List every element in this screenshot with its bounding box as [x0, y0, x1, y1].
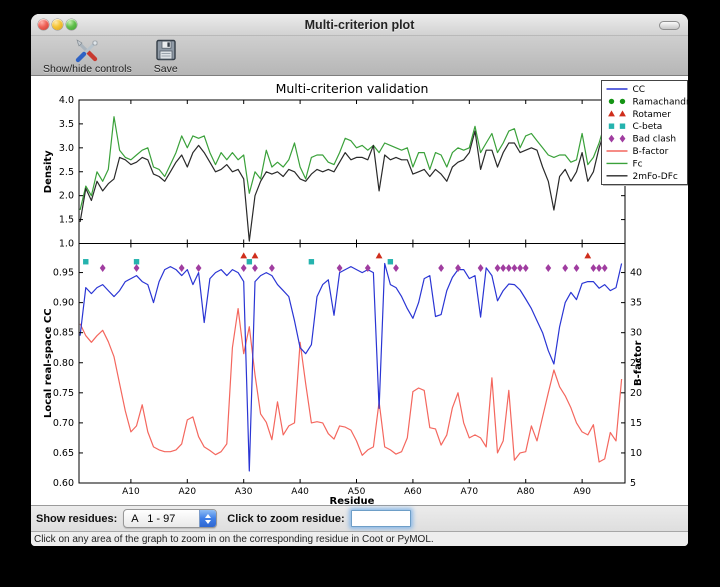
- svg-text:Fc: Fc: [633, 159, 643, 169]
- status-bar: Click on any area of the graph to zoom i…: [31, 531, 688, 546]
- svg-text:A10: A10: [122, 487, 140, 497]
- svg-text:Density: Density: [43, 150, 54, 193]
- tools-icon: [74, 38, 100, 63]
- svg-text:20: 20: [630, 388, 642, 399]
- svg-text:A70: A70: [461, 487, 479, 497]
- svg-text:A20: A20: [178, 487, 196, 497]
- window-title: Multi-criterion plot: [31, 18, 688, 32]
- svg-text:A60: A60: [404, 487, 422, 497]
- svg-text:A40: A40: [291, 487, 309, 497]
- svg-text:A90: A90: [573, 487, 591, 497]
- svg-text:2mFo-DFc: 2mFo-DFc: [633, 172, 678, 182]
- svg-text:2.5: 2.5: [59, 167, 74, 178]
- residue-range-select[interactable]: A 1 - 97: [123, 509, 217, 528]
- svg-text:Rotamer: Rotamer: [633, 110, 672, 120]
- svg-text:0.90: 0.90: [53, 298, 74, 309]
- svg-text:0.60: 0.60: [53, 478, 74, 489]
- svg-text:5: 5: [630, 478, 636, 489]
- svg-text:B-factor: B-factor: [633, 340, 644, 385]
- svg-text:0.70: 0.70: [53, 418, 74, 429]
- svg-text:15: 15: [630, 418, 642, 429]
- toolbar: Show/hide controls Save: [31, 36, 688, 76]
- svg-text:40: 40: [630, 268, 642, 279]
- show-hide-controls-label: Show/hide controls: [43, 63, 132, 75]
- svg-text:1.5: 1.5: [59, 215, 74, 226]
- svg-text:0.80: 0.80: [53, 358, 74, 369]
- svg-text:0.75: 0.75: [53, 388, 74, 399]
- multi-criterion-chart[interactable]: A10A20A30A40A50A60A70A80A901.01.52.02.53…: [31, 76, 688, 505]
- svg-text:0.65: 0.65: [53, 448, 74, 459]
- status-message: Click on any area of the graph to zoom i…: [34, 534, 434, 545]
- svg-text:0.95: 0.95: [53, 268, 74, 279]
- svg-text:Bad clash: Bad clash: [633, 135, 677, 145]
- svg-text:3.5: 3.5: [59, 119, 74, 130]
- zoom-residue-label: Click to zoom residue:: [227, 513, 344, 525]
- svg-text:30: 30: [630, 328, 642, 339]
- residue-range-value: A 1 - 97: [124, 513, 199, 525]
- show-hide-controls-button[interactable]: Show/hide controls: [39, 37, 136, 76]
- svg-text:B-factor: B-factor: [633, 147, 669, 157]
- svg-text:10: 10: [630, 448, 642, 459]
- svg-text:Local real-space CC: Local real-space CC: [43, 308, 54, 418]
- svg-text:CC: CC: [633, 85, 646, 95]
- svg-text:4.0: 4.0: [59, 95, 74, 106]
- save-icon: [154, 38, 178, 63]
- save-label: Save: [154, 63, 178, 75]
- control-bar: Show residues: A 1 - 97 Click to zoom re…: [31, 505, 688, 531]
- svg-text:Ramachandran: Ramachandran: [633, 97, 689, 107]
- svg-text:35: 35: [630, 298, 642, 309]
- svg-text:1.0: 1.0: [59, 239, 74, 250]
- save-button[interactable]: Save: [150, 37, 182, 76]
- toolbar-toggle-button[interactable]: [659, 21, 680, 30]
- svg-text:A30: A30: [235, 487, 253, 497]
- svg-text:2.0: 2.0: [59, 191, 74, 202]
- stepper-icon: [199, 510, 216, 527]
- multi-criterion-plot-window: Multi-criterion plot Show/hide controls: [31, 14, 688, 546]
- figure-area: A10A20A30A40A50A60A70A80A901.01.52.02.53…: [31, 76, 688, 505]
- svg-text:Residue: Residue: [330, 496, 375, 505]
- svg-text:A80: A80: [517, 487, 535, 497]
- screen-background: Multi-criterion plot Show/hide controls: [0, 0, 720, 587]
- svg-text:Multi-criterion validation: Multi-criterion validation: [276, 81, 429, 96]
- svg-text:C-beta: C-beta: [633, 122, 663, 132]
- titlebar[interactable]: Multi-criterion plot: [31, 14, 688, 36]
- svg-text:0.85: 0.85: [53, 328, 74, 339]
- svg-text:3.0: 3.0: [59, 143, 74, 154]
- show-residues-label: Show residues:: [36, 513, 117, 525]
- zoom-residue-input[interactable]: [351, 510, 411, 527]
